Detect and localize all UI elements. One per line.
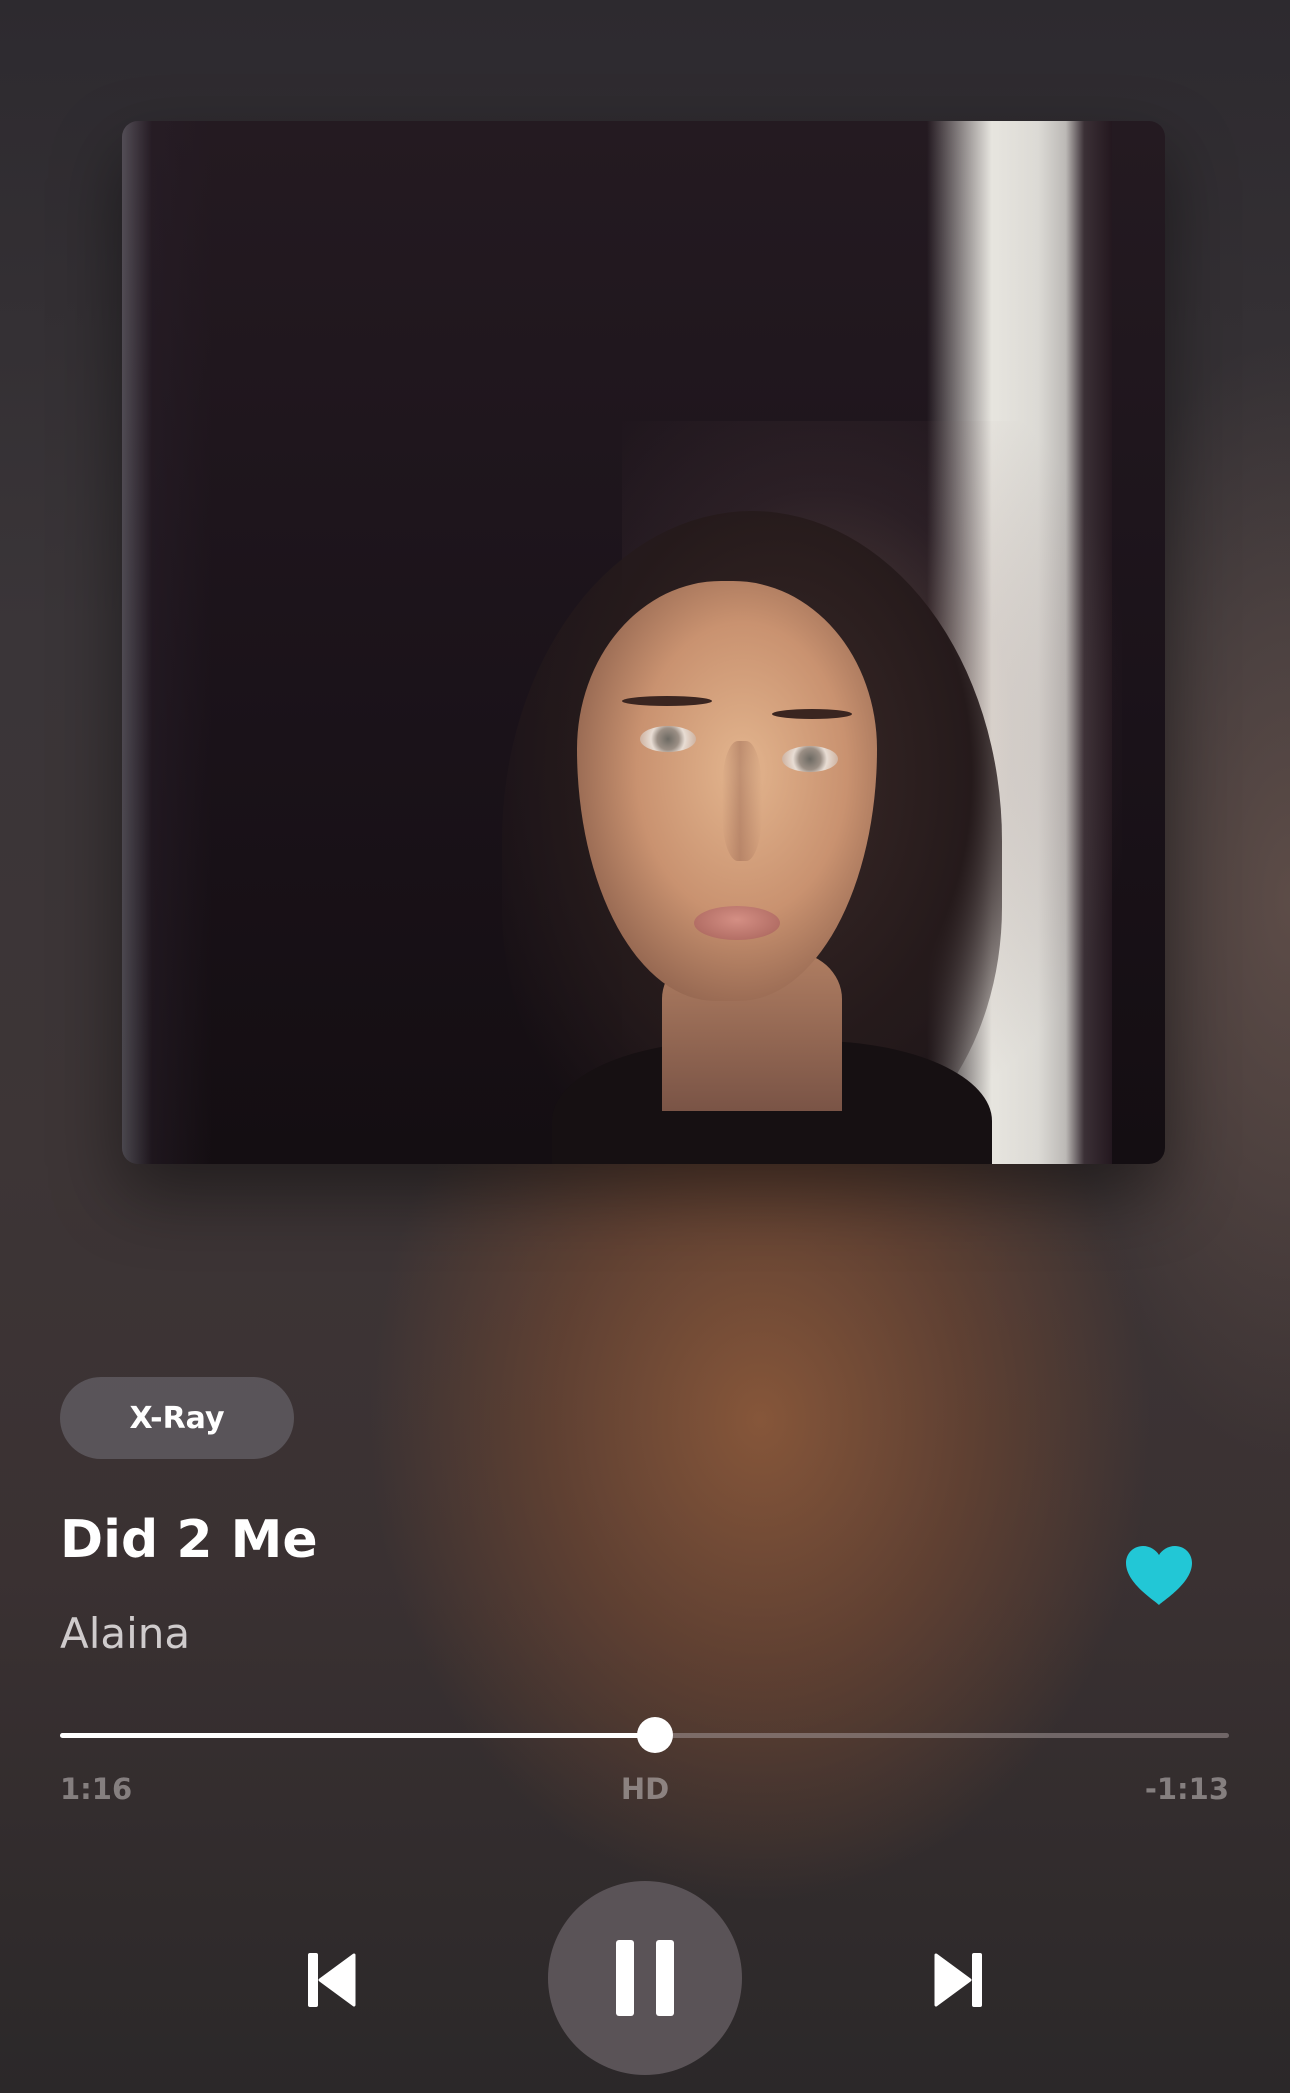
heart-icon [1126, 1546, 1192, 1605]
artist-name[interactable]: Alaina [60, 1606, 190, 1662]
progress-slider[interactable] [60, 1717, 1229, 1753]
album-art-lips [694, 906, 780, 940]
album-art-right-brow [772, 709, 852, 719]
next-button[interactable] [918, 1940, 998, 2020]
album-art [122, 121, 1165, 1164]
skip-previous-icon [308, 1953, 356, 2007]
elapsed-time: 1:16 [60, 1772, 133, 1806]
pause-button[interactable] [548, 1881, 742, 2075]
like-button[interactable] [1124, 1545, 1194, 1607]
album-art-nose [722, 741, 762, 861]
remaining-time: -1:13 [1144, 1772, 1229, 1806]
previous-button[interactable] [292, 1940, 372, 2020]
pause-icon [616, 1940, 674, 2016]
skip-next-icon [934, 1953, 982, 2007]
quality-badge: HD [620, 1772, 670, 1806]
progress-fill [60, 1733, 656, 1738]
xray-button[interactable]: X-Ray [60, 1377, 294, 1459]
album-art-left-brow [622, 696, 712, 706]
progress-thumb[interactable] [637, 1717, 674, 1753]
album-art-right-eye [782, 746, 838, 772]
track-title: Did 2 Me [60, 1510, 318, 1570]
album-art-left-eye [640, 726, 696, 752]
